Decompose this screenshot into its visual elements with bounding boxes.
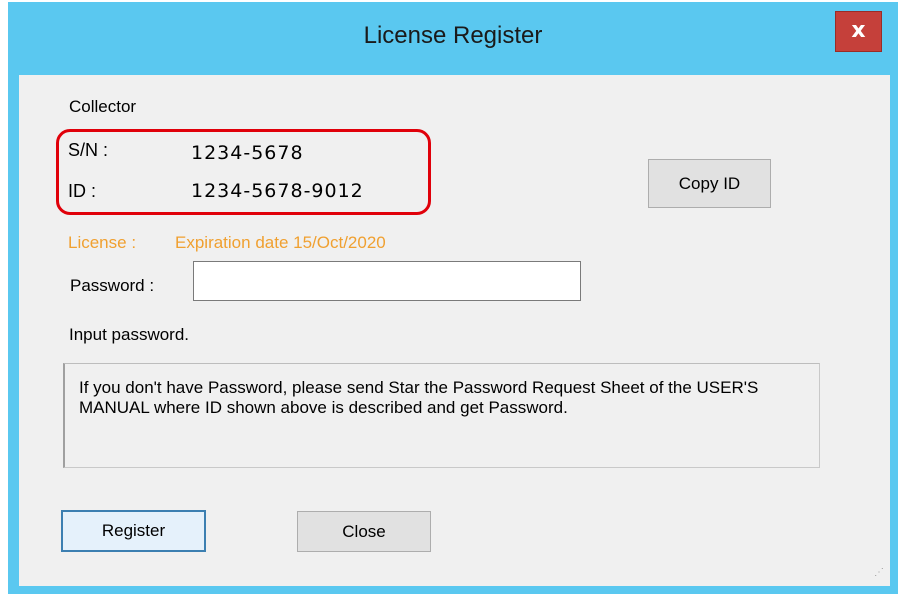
password-label: Password :	[70, 276, 155, 295]
license-expiration: Expiration date 15/Oct/2020	[175, 233, 386, 252]
window-title: License Register	[363, 22, 543, 49]
sn-value: 1234-5678	[191, 142, 304, 164]
dialog-body: Collector S/N : 1234-5678 ID : 1234-5678…	[19, 75, 890, 586]
resize-grip-icon[interactable]: ⋰	[874, 568, 886, 582]
title-bar[interactable]: License Register x	[8, 2, 898, 76]
license-register-window: License Register x Collector S/N : 1234-…	[8, 2, 898, 594]
id-label: ID :	[68, 181, 97, 201]
close-window-button[interactable]: x	[835, 11, 882, 52]
password-hint: Input password.	[69, 325, 190, 344]
license-label: License :	[68, 233, 137, 252]
register-button[interactable]: Register	[61, 510, 206, 552]
sn-label: S/N :	[68, 140, 109, 160]
copy-id-button[interactable]: Copy ID	[648, 159, 771, 208]
collector-heading: Collector	[69, 97, 137, 116]
password-info-box: If you don't have Password, please send …	[63, 363, 820, 468]
id-value: 1234-5678-9012	[191, 180, 364, 202]
password-field[interactable]	[193, 261, 581, 301]
close-button[interactable]: Close	[297, 511, 431, 552]
password-info-text: If you don't have Password, please send …	[79, 378, 759, 417]
